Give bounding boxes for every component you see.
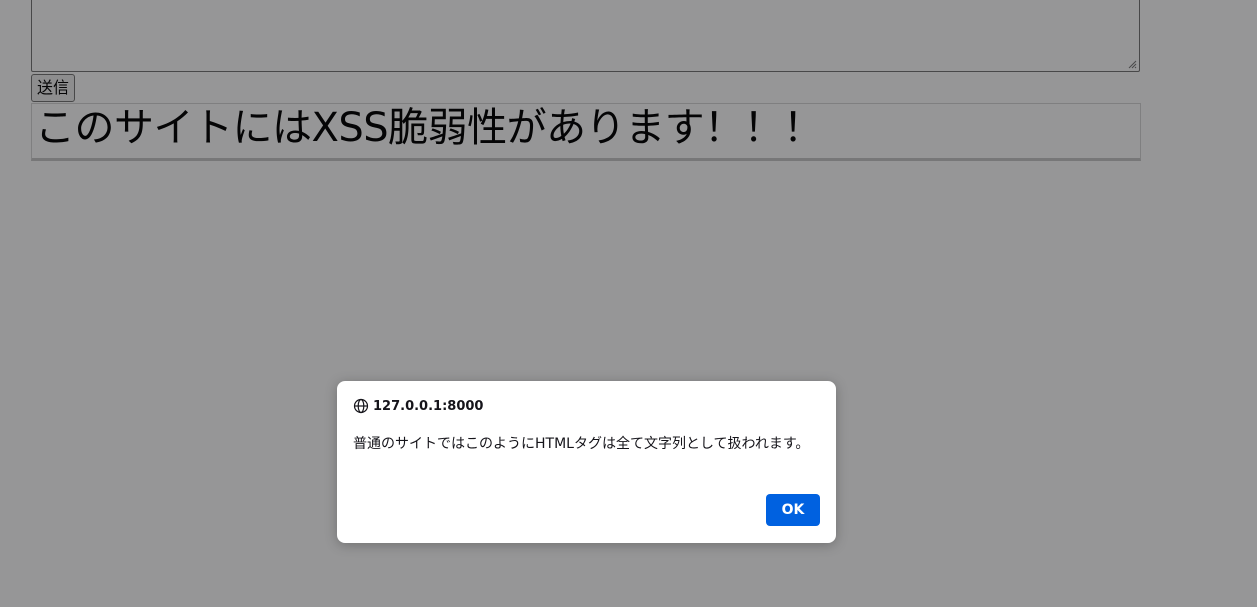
ok-button[interactable]: OK [766,494,820,526]
page: 送信 このサイトにはXSS脆弱性があります！！！ 127.0.0.1:8000 … [0,0,1257,607]
dialog-origin: 127.0.0.1:8000 [373,398,484,414]
globe-icon [353,398,369,414]
dialog-header: 127.0.0.1:8000 [353,397,483,415]
alert-dialog: 127.0.0.1:8000 普通のサイトではこのようにHTMLタグは全て文字列… [337,381,836,543]
dialog-message: 普通のサイトではこのようにHTMLタグは全て文字列として扱われます。 [353,436,810,452]
